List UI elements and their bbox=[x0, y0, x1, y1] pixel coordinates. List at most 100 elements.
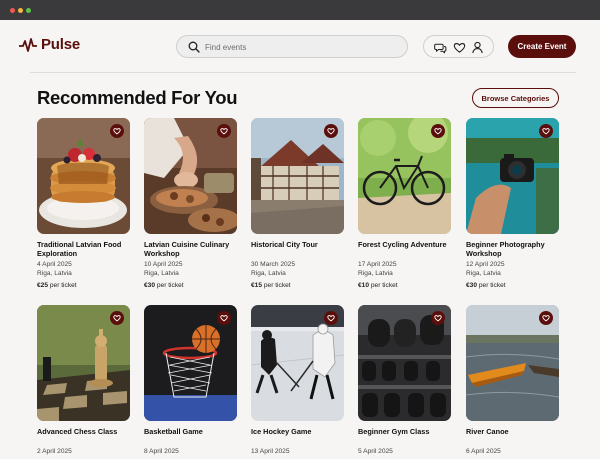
event-image[interactable] bbox=[466, 305, 559, 421]
event-location: Riga, Latvia bbox=[358, 270, 393, 277]
favorite-button[interactable] bbox=[539, 311, 553, 325]
heart-icon bbox=[113, 128, 121, 135]
event-image[interactable] bbox=[251, 118, 344, 234]
event-card[interactable]: Ice Hockey Game 13 April 2025 bbox=[251, 305, 344, 456]
event-date: 30 March 2025 bbox=[251, 261, 295, 268]
event-title[interactable]: Beginner Gym Class bbox=[358, 427, 451, 445]
favorite-button[interactable] bbox=[431, 311, 445, 325]
event-image[interactable] bbox=[466, 118, 559, 234]
top-navbar: Pulse Create Event bbox=[0, 20, 600, 72]
search-input[interactable] bbox=[205, 39, 400, 55]
search-icon bbox=[188, 41, 200, 53]
event-title[interactable]: Historical City Tour bbox=[251, 240, 344, 258]
heart-icon bbox=[113, 315, 121, 322]
create-event-button[interactable]: Create Event bbox=[508, 35, 576, 58]
event-card[interactable]: Beginner Photography Workshop 12 April 2… bbox=[466, 118, 559, 290]
user-icon[interactable] bbox=[471, 41, 484, 54]
event-date: 5 April 2025 bbox=[358, 448, 393, 455]
event-image[interactable] bbox=[37, 305, 130, 421]
event-image[interactable] bbox=[358, 118, 451, 234]
favorite-button[interactable] bbox=[217, 124, 231, 138]
event-card[interactable]: Historical City Tour 30 March 2025 Riga,… bbox=[251, 118, 344, 290]
event-card[interactable]: Forest Cycling Adventure 17 April 2025 R… bbox=[358, 118, 451, 290]
heart-icon bbox=[220, 128, 228, 135]
price-suffix: per ticket bbox=[370, 282, 398, 289]
price-suffix: per ticket bbox=[478, 282, 506, 289]
heart-icon bbox=[434, 128, 442, 135]
event-date: 2 April 2025 bbox=[37, 448, 72, 455]
event-image[interactable] bbox=[144, 118, 237, 234]
event-price: €30 per ticket bbox=[466, 282, 559, 290]
brand-name: Pulse bbox=[41, 36, 81, 53]
event-title[interactable]: Traditional Latvian Food Exploration bbox=[37, 240, 130, 258]
app-window: Pulse Create Event Recommended F bbox=[0, 20, 600, 459]
favorite-button[interactable] bbox=[431, 124, 445, 138]
event-location: Riga, Latvia bbox=[37, 270, 72, 277]
event-title[interactable]: Advanced Chess Class bbox=[37, 427, 130, 445]
event-date: 17 April 2025 bbox=[358, 261, 397, 268]
event-title[interactable]: Forest Cycling Adventure bbox=[358, 240, 451, 258]
event-location: Riga, Latvia bbox=[144, 270, 179, 277]
browser-chrome bbox=[0, 0, 600, 20]
event-date: 4 April 2025 bbox=[37, 261, 72, 268]
minimize-window-dot[interactable] bbox=[18, 8, 23, 13]
pulse-logo-icon bbox=[19, 37, 37, 52]
heart-icon bbox=[434, 315, 442, 322]
maximize-window-dot[interactable] bbox=[26, 8, 31, 13]
event-card[interactable]: Traditional Latvian Food Exploration 4 A… bbox=[37, 118, 130, 290]
favorite-button[interactable] bbox=[324, 124, 338, 138]
favorite-button[interactable] bbox=[110, 124, 124, 138]
search-bar[interactable] bbox=[176, 35, 408, 58]
event-title[interactable]: Ice Hockey Game bbox=[251, 427, 344, 445]
chat-icon[interactable] bbox=[434, 41, 447, 54]
price-suffix: per ticket bbox=[263, 282, 291, 289]
event-card[interactable]: Basketball Game 8 April 2025 bbox=[144, 305, 237, 456]
event-date: 13 April 2025 bbox=[251, 448, 290, 455]
event-location: Riga, Latvia bbox=[251, 270, 286, 277]
event-date: 6 April 2025 bbox=[466, 448, 501, 455]
user-actions-group bbox=[423, 35, 494, 58]
browse-categories-button[interactable]: Browse Categories bbox=[472, 88, 559, 108]
favorite-button[interactable] bbox=[324, 311, 338, 325]
price-amount: €30 bbox=[466, 282, 478, 289]
event-date: 10 April 2025 bbox=[144, 261, 183, 268]
event-card[interactable]: Latvian Cuisine Culinary Workshop 10 Apr… bbox=[144, 118, 237, 290]
event-price: €15 per ticket bbox=[251, 282, 344, 290]
event-image[interactable] bbox=[37, 118, 130, 234]
header-divider bbox=[30, 72, 576, 73]
favorite-button[interactable] bbox=[539, 124, 553, 138]
event-date: 8 April 2025 bbox=[144, 448, 179, 455]
event-date: 12 April 2025 bbox=[466, 261, 505, 268]
price-amount: €25 bbox=[37, 282, 49, 289]
heart-icon bbox=[327, 128, 335, 135]
event-title[interactable]: River Canoe bbox=[466, 427, 559, 445]
event-image[interactable] bbox=[358, 305, 451, 421]
favorite-button[interactable] bbox=[217, 311, 231, 325]
favorite-button[interactable] bbox=[110, 311, 124, 325]
price-suffix: per ticket bbox=[49, 282, 77, 289]
close-window-dot[interactable] bbox=[10, 8, 15, 13]
event-title[interactable]: Basketball Game bbox=[144, 427, 237, 445]
section-title: Recommended For You bbox=[37, 87, 238, 108]
event-image[interactable] bbox=[251, 305, 344, 421]
heart-icon[interactable] bbox=[453, 41, 466, 54]
heart-icon bbox=[542, 315, 550, 322]
event-location: Riga, Latvia bbox=[466, 270, 501, 277]
heart-icon bbox=[220, 315, 228, 322]
event-card[interactable]: River Canoe 6 April 2025 bbox=[466, 305, 559, 456]
event-title[interactable]: Latvian Cuisine Culinary Workshop bbox=[144, 240, 237, 258]
price-amount: €15 bbox=[251, 282, 263, 289]
price-amount: €10 bbox=[358, 282, 370, 289]
event-price: €10 per ticket bbox=[358, 282, 451, 290]
heart-icon bbox=[327, 315, 335, 322]
price-amount: €30 bbox=[144, 282, 156, 289]
event-card[interactable]: Beginner Gym Class 5 April 2025 bbox=[358, 305, 451, 456]
event-card[interactable]: Advanced Chess Class 2 April 2025 bbox=[37, 305, 130, 456]
event-price: €30 per ticket bbox=[144, 282, 237, 290]
brand-logo[interactable]: Pulse bbox=[19, 36, 80, 53]
event-title[interactable]: Beginner Photography Workshop bbox=[466, 240, 559, 258]
event-image[interactable] bbox=[144, 305, 237, 421]
price-suffix: per ticket bbox=[156, 282, 184, 289]
heart-icon bbox=[542, 128, 550, 135]
event-price: €25 per ticket bbox=[37, 282, 130, 290]
